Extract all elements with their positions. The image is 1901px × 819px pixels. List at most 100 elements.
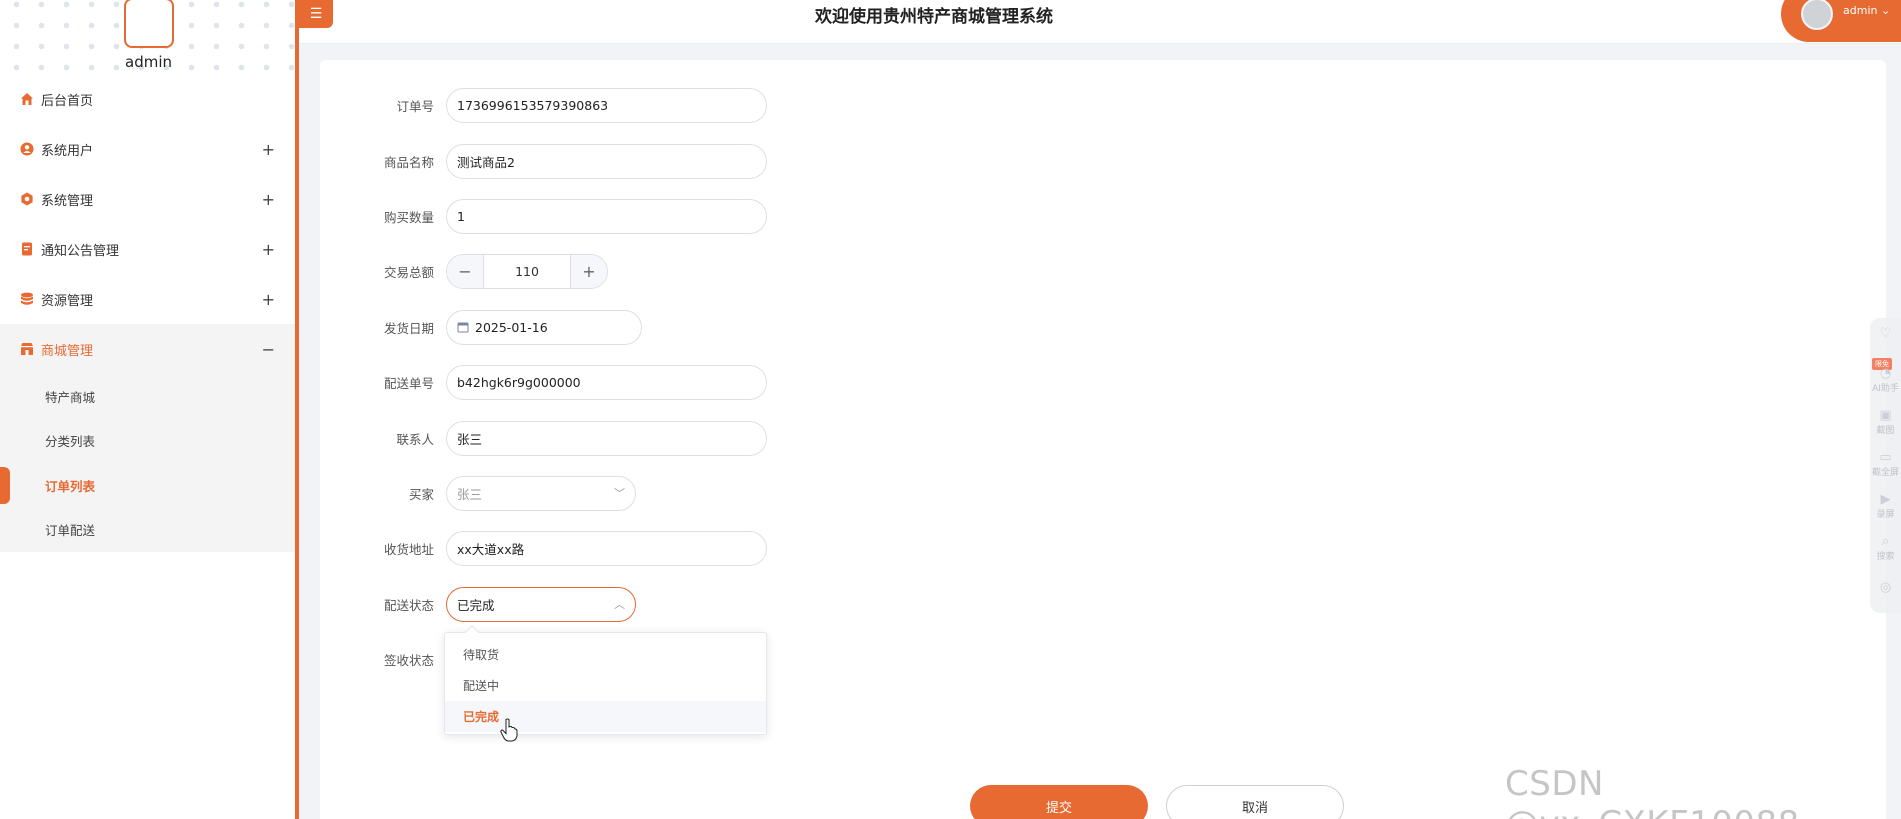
contact-label: 联系人 bbox=[396, 431, 434, 447]
total-value[interactable]: 110 bbox=[483, 254, 571, 288]
shop-icon bbox=[19, 342, 34, 357]
dropdown-option[interactable]: 待取货 bbox=[445, 639, 766, 670]
sidebar-item-dashboard[interactable]: 后台首页 bbox=[0, 74, 295, 124]
search-tool[interactable]: ⌕ 搜索 bbox=[1870, 534, 1901, 562]
watermark: CSDN @vx_CXKF10088 bbox=[1505, 764, 1799, 819]
quantity-input[interactable]: 1 bbox=[446, 198, 767, 234]
submit-button[interactable]: 提交 bbox=[970, 785, 1148, 819]
sidebar-subitem-order-delivery[interactable]: 订单配送 bbox=[0, 508, 295, 553]
form-row-order-no: 订单号 1736996153579390863 bbox=[360, 87, 767, 123]
order-no-label: 订单号 bbox=[396, 98, 434, 114]
notice-icon bbox=[19, 242, 34, 257]
delivery-no-label: 配送单号 bbox=[383, 375, 434, 391]
form-row-quantity: 购买数量 1 bbox=[360, 198, 767, 234]
total-label: 交易总额 bbox=[383, 264, 434, 280]
monitor-icon: ▭ bbox=[1879, 450, 1892, 465]
sidebar-subitem-specialty-shop[interactable]: 特产商城 bbox=[0, 374, 295, 419]
page-title: 欢迎使用贵州特产商城管理系统 bbox=[815, 7, 1053, 27]
form-row-buyer: 买家 张三 ﹀ bbox=[360, 475, 636, 511]
decrement-button[interactable]: − bbox=[447, 254, 483, 288]
camera-icon: ▣ bbox=[1879, 408, 1892, 423]
sign-status-label: 签收状态 bbox=[383, 652, 434, 668]
total-stepper: − 110 + bbox=[446, 253, 608, 289]
product-name-label: 商品名称 bbox=[383, 154, 434, 170]
delivery-no-input[interactable]: b42hgk6r9g000000 bbox=[446, 364, 767, 400]
sidebar-item-label: 资源管理 bbox=[41, 293, 94, 309]
address-label: 收货地址 bbox=[383, 541, 434, 557]
avatar[interactable] bbox=[124, 0, 174, 48]
gear-icon bbox=[19, 192, 34, 207]
expand-icon[interactable]: + bbox=[262, 240, 275, 259]
buyer-label: 买家 bbox=[408, 486, 434, 502]
chevron-up-icon: ︿ bbox=[614, 598, 625, 611]
shop-submenu: 特产商城 分类列表 订单列表 订单配送 bbox=[0, 374, 295, 552]
product-name-input[interactable]: 测试商品2 bbox=[446, 143, 767, 179]
contact-input[interactable]: 张三 bbox=[446, 420, 767, 456]
heart-icon[interactable]: ♡ bbox=[1870, 326, 1901, 341]
form-row-total: 交易总额 − 110 + bbox=[360, 253, 608, 289]
home-icon bbox=[19, 92, 34, 107]
expand-icon[interactable]: + bbox=[262, 290, 275, 309]
form-row-product-name: 商品名称 测试商品2 bbox=[360, 143, 767, 179]
sidebar-item-label: 系统管理 bbox=[41, 193, 94, 209]
sidebar-item-notice[interactable]: 通知公告管理 + bbox=[0, 224, 295, 274]
ai-icon: ◔ bbox=[1879, 366, 1892, 381]
user-menu[interactable]: admin ⌄ bbox=[1781, 0, 1901, 42]
search-icon: ⌕ bbox=[1881, 534, 1890, 549]
user-icon bbox=[19, 142, 34, 157]
form-row-ship-date: 发货日期 2025-01-16 bbox=[360, 309, 642, 345]
sidebar-item-system-management[interactable]: 系统管理 + bbox=[0, 174, 295, 224]
sidebar-profile: admin bbox=[0, 0, 297, 76]
ship-date-picker[interactable]: 2025-01-16 bbox=[446, 309, 642, 345]
user-name: admin ⌄ bbox=[1843, 4, 1891, 17]
increment-button[interactable]: + bbox=[571, 254, 607, 288]
sidebar-item-label: 通知公告管理 bbox=[41, 243, 120, 259]
active-indicator bbox=[0, 467, 10, 504]
cancel-button[interactable]: 取消 bbox=[1166, 785, 1344, 819]
collapse-icon[interactable]: − bbox=[262, 340, 275, 359]
delivery-status-value: 已完成 bbox=[457, 597, 495, 613]
buyer-value: 张三 bbox=[457, 486, 483, 502]
buyer-select[interactable]: 张三 ﹀ bbox=[446, 475, 636, 511]
delivery-status-select[interactable]: 已完成 ︿ bbox=[446, 586, 636, 622]
chevron-down-icon: ⌄ bbox=[1880, 4, 1891, 17]
record-tool[interactable]: ▶ 录屏 bbox=[1870, 492, 1901, 520]
form-row-address: 收货地址 xx大道xx路 bbox=[360, 530, 767, 566]
plus-icon: + bbox=[582, 261, 596, 281]
delivery-status-dropdown: 待取货 配送中 已完成 bbox=[444, 624, 767, 735]
ship-date-value: 2025-01-16 bbox=[475, 319, 548, 335]
expand-icon[interactable]: + bbox=[262, 190, 275, 209]
minus-icon: − bbox=[458, 261, 472, 281]
delivery-status-label: 配送状态 bbox=[383, 597, 434, 613]
sidebar-item-resources[interactable]: 资源管理 + bbox=[0, 274, 295, 324]
expand-icon[interactable]: + bbox=[262, 140, 275, 159]
sidebar-item-system-users[interactable]: 系统用户 + bbox=[0, 124, 295, 174]
sidebar-item-shop-management[interactable]: 商城管理 − bbox=[0, 324, 295, 374]
sidebar-subitem-order-list[interactable]: 订单列表 bbox=[0, 463, 295, 508]
form-row-delivery-status: 配送状态 已完成 ︿ bbox=[360, 586, 636, 622]
chevron-down-icon: ﹀ bbox=[614, 487, 625, 500]
calendar-icon bbox=[457, 321, 469, 333]
dropdown-option[interactable]: 配送中 bbox=[445, 670, 766, 701]
ship-date-label: 发货日期 bbox=[383, 320, 434, 336]
address-input[interactable]: xx大道xx路 bbox=[446, 530, 767, 566]
hand-cursor-icon bbox=[500, 718, 518, 742]
order-no-input[interactable]: 1736996153579390863 bbox=[446, 87, 767, 123]
database-icon bbox=[19, 292, 34, 307]
video-icon: ▶ bbox=[1880, 492, 1891, 507]
form-row-contact: 联系人 张三 bbox=[360, 420, 767, 456]
form-row-delivery-no: 配送单号 b42hgk6r9g000000 bbox=[360, 364, 767, 400]
quantity-label: 购买数量 bbox=[383, 209, 434, 225]
form-row-sign-status: 签收状态 bbox=[360, 641, 446, 677]
dropdown-option-selected[interactable]: 已完成 bbox=[445, 701, 766, 732]
sidebar-item-label: 后台首页 bbox=[41, 93, 94, 109]
settings-icon[interactable]: ◎ bbox=[1870, 580, 1901, 595]
sidebar-item-label: 系统用户 bbox=[41, 143, 94, 159]
user-avatar bbox=[1801, 0, 1833, 30]
fullscreen-capture-tool[interactable]: ▭ 截全屏 bbox=[1870, 450, 1901, 478]
sidebar-subitem-categories[interactable]: 分类列表 bbox=[0, 419, 295, 464]
ai-assistant-tool[interactable]: ◔ AI助手 bbox=[1870, 366, 1901, 394]
sidebar-item-label: 商城管理 bbox=[41, 343, 94, 359]
sidebar-subitem-label: 订单列表 bbox=[45, 478, 96, 494]
screenshot-tool[interactable]: ▣ 截图 bbox=[1870, 408, 1901, 436]
